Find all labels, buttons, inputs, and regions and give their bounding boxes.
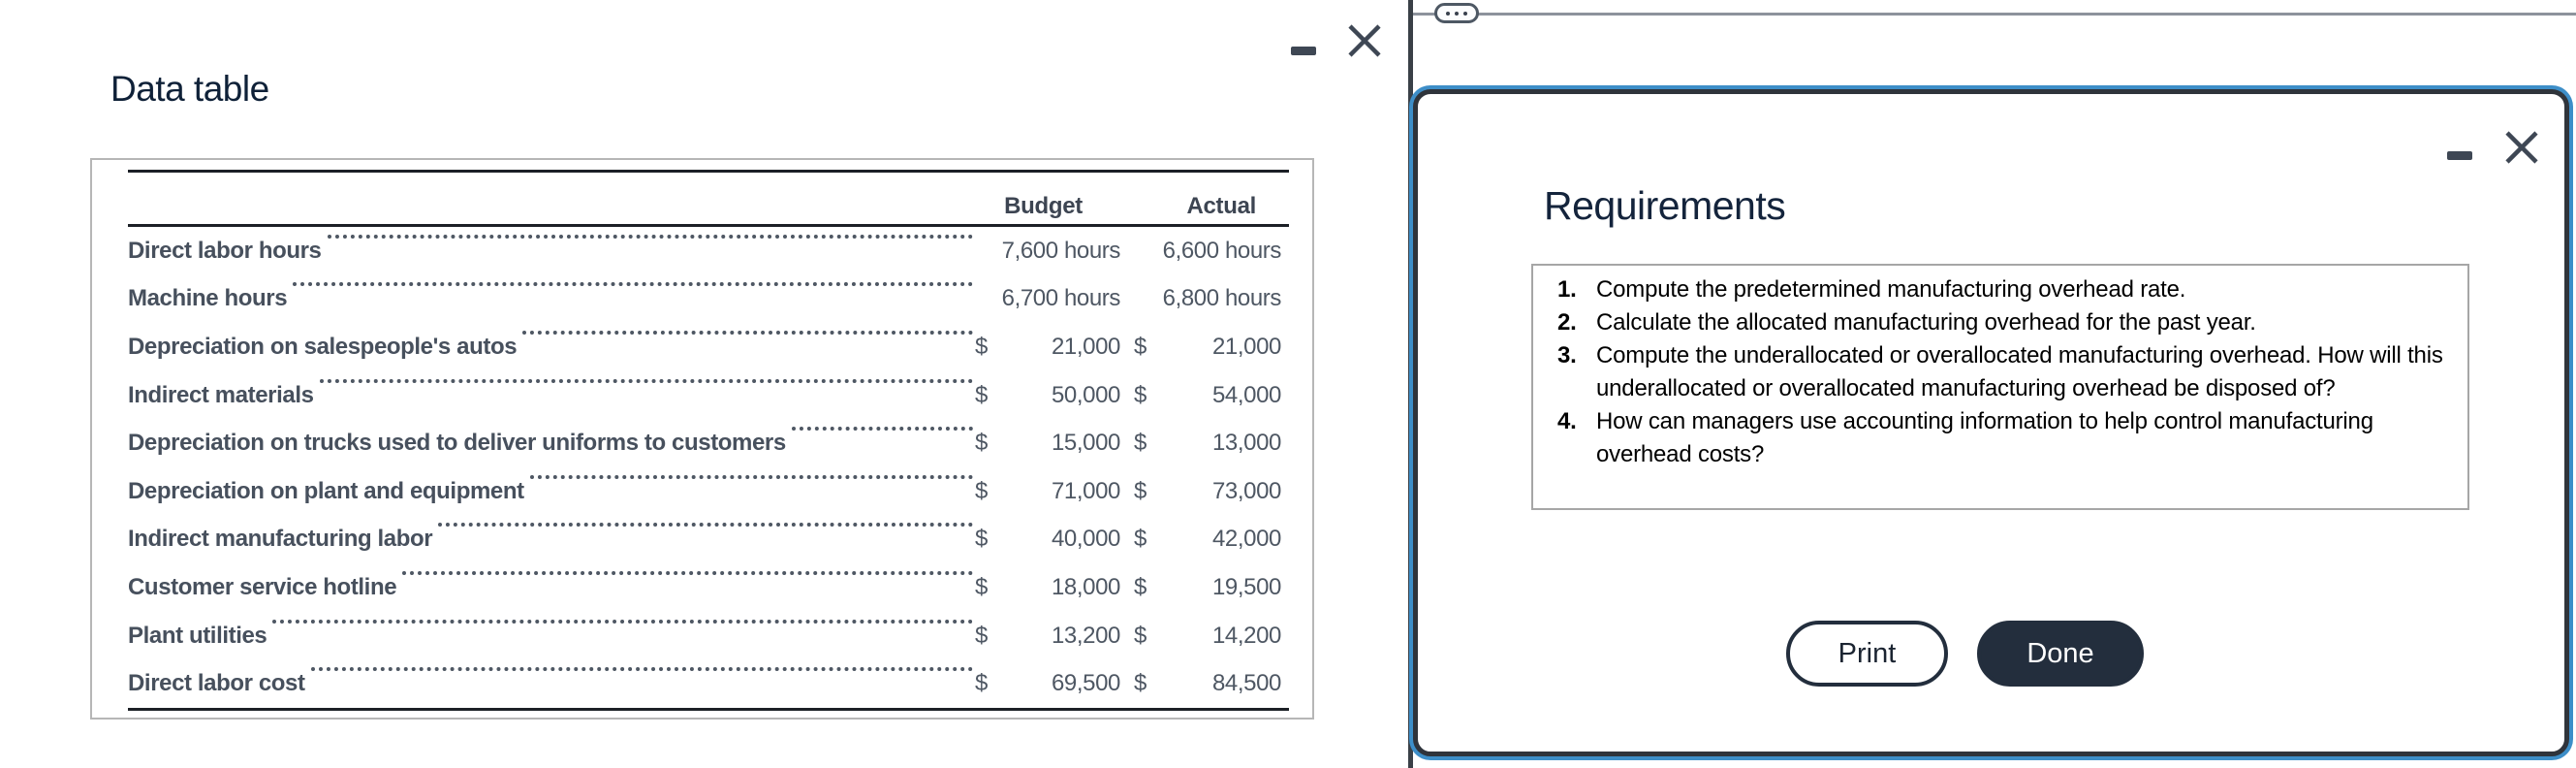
minimize-icon	[1291, 47, 1316, 55]
table-row: Depreciation on trucks used to deliver u…	[128, 419, 1289, 467]
dialog-close-button[interactable]	[2504, 130, 2539, 165]
currency-sign-actual: $	[1134, 333, 1147, 360]
requirement-text: Compute the predetermined manufacturing …	[1596, 276, 2186, 303]
dialog-minimize-button[interactable]	[2447, 147, 2472, 165]
requirement-item: 3. Compute the underallocated or overall…	[1533, 339, 2450, 405]
budget-value: 13,200	[1051, 622, 1120, 649]
column-header-budget: Budget	[1004, 193, 1083, 219]
requirement-text: Calculate the allocated manufacturing ov…	[1596, 309, 2256, 336]
row-label: Direct labor cost	[128, 670, 305, 697]
currency-sign-actual: $	[1134, 430, 1147, 457]
ellipsis-dot	[1463, 11, 1467, 16]
actual-value: 73,000	[1211, 477, 1281, 504]
currency-sign-actual: $	[1134, 381, 1147, 408]
currency-sign-actual: $	[1134, 670, 1147, 697]
budget-value: 71,000	[1051, 477, 1120, 504]
row-label: Indirect materials	[128, 381, 314, 408]
actual-value: 13,000	[1211, 430, 1281, 457]
row-label: Direct labor hours	[128, 237, 322, 264]
table-row: Customer service hotline $ 18,000 $ 19,5…	[128, 563, 1289, 612]
column-header-actual: Actual	[1186, 193, 1256, 219]
currency-sign-budget: $	[975, 526, 988, 553]
currency-sign-actual: $	[1134, 526, 1147, 553]
data-table: Budget Actual Direct labor hours 7,600 h…	[90, 158, 1314, 720]
table-row: Indirect materials $ 50,000 $ 54,000	[128, 371, 1289, 420]
requirement-text: How can managers use accounting informat…	[1596, 408, 2373, 467]
actual-value: 21,000	[1211, 333, 1281, 360]
page-title: Data table	[110, 68, 269, 109]
ellipsis-dot	[1446, 11, 1450, 16]
budget-value: 15,000	[1051, 430, 1120, 457]
screen: Data table Budget Actual Direct labor ho…	[0, 0, 2576, 768]
table-row: Depreciation on plant and equipment $ 71…	[128, 467, 1289, 516]
requirement-item: 2. Calculate the allocated manufacturing…	[1533, 306, 2450, 339]
budget-value: 21,000	[1051, 333, 1120, 360]
actual-value: 42,000	[1211, 526, 1281, 553]
currency-sign-budget: $	[975, 333, 988, 360]
overflow-handle[interactable]	[1434, 3, 1479, 23]
row-label: Depreciation on trucks used to deliver u…	[128, 430, 786, 457]
currency-sign-budget: $	[975, 477, 988, 504]
table-body: Direct labor hours 7,600 hours 6,600 hou…	[128, 227, 1289, 708]
currency-sign-budget: $	[975, 670, 988, 697]
table-row: Direct labor cost $ 69,500 $ 84,500	[128, 659, 1289, 708]
close-icon	[1348, 24, 1381, 57]
close-button[interactable]	[1347, 23, 1382, 58]
ellipsis-dot	[1455, 11, 1459, 16]
currency-sign-actual: $	[1134, 622, 1147, 649]
actual-value: 6,600 hours	[1162, 237, 1282, 264]
requirement-text: Compute the underallocated or overalloca…	[1596, 342, 2443, 401]
requirements-list: 1. Compute the predetermined manufacturi…	[1531, 264, 2469, 510]
requirement-number: 2.	[1557, 309, 1577, 336]
row-label: Customer service hotline	[128, 573, 397, 600]
close-icon	[2505, 131, 2538, 164]
budget-value: 6,700 hours	[1001, 285, 1121, 312]
currency-sign-budget: $	[975, 573, 988, 600]
currency-sign-actual: $	[1134, 477, 1147, 504]
data-table-window: Data table Budget Actual Direct labor ho…	[0, 0, 1413, 768]
minimize-button[interactable]	[1291, 43, 1316, 60]
currency-sign-budget: $	[975, 381, 988, 408]
requirement-number: 3.	[1557, 342, 1577, 368]
table-bottom-rule	[128, 707, 1289, 711]
row-label: Plant utilities	[128, 622, 267, 649]
window-top-divider	[1413, 13, 2576, 16]
row-label: Depreciation on plant and equipment	[128, 477, 524, 504]
actual-value: 14,200	[1211, 622, 1281, 649]
requirement-item: 4. How can managers use accounting infor…	[1533, 405, 2450, 471]
table-row: Indirect manufacturing labor $ 40,000 $ …	[128, 516, 1289, 564]
currency-sign-actual: $	[1134, 573, 1147, 600]
table-row: Plant utilities $ 13,200 $ 14,200	[128, 612, 1289, 660]
table-row: Machine hours 6,700 hours 6,800 hours	[128, 275, 1289, 324]
row-label: Indirect manufacturing labor	[128, 526, 433, 553]
actual-value: 84,500	[1211, 670, 1281, 697]
done-button[interactable]: Done	[1977, 621, 2144, 687]
currency-sign-budget: $	[975, 430, 988, 457]
table-row: Direct labor hours 7,600 hours 6,600 hou…	[128, 227, 1289, 275]
requirement-number: 4.	[1557, 408, 1577, 434]
budget-value: 7,600 hours	[1001, 237, 1121, 264]
requirements-dialog: Requirements 1. Compute the predetermine…	[1413, 89, 2569, 756]
row-label: Machine hours	[128, 285, 288, 312]
budget-value: 50,000	[1051, 381, 1120, 408]
table-header-row: Budget Actual	[128, 173, 1289, 224]
minimize-icon	[2447, 151, 2472, 160]
currency-sign-budget: $	[975, 622, 988, 649]
budget-value: 18,000	[1051, 573, 1120, 600]
budget-value: 69,500	[1051, 670, 1120, 697]
actual-value: 54,000	[1211, 381, 1281, 408]
row-label: Depreciation on salespeople's autos	[128, 333, 518, 360]
budget-value: 40,000	[1051, 526, 1120, 553]
table-row: Depreciation on salespeople's autos $ 21…	[128, 323, 1289, 371]
requirement-item: 1. Compute the predetermined manufacturi…	[1533, 273, 2450, 306]
actual-value: 19,500	[1211, 573, 1281, 600]
print-button[interactable]: Print	[1786, 621, 1948, 687]
requirement-number: 1.	[1557, 276, 1577, 303]
dialog-title: Requirements	[1544, 183, 1786, 229]
actual-value: 6,800 hours	[1162, 285, 1282, 312]
